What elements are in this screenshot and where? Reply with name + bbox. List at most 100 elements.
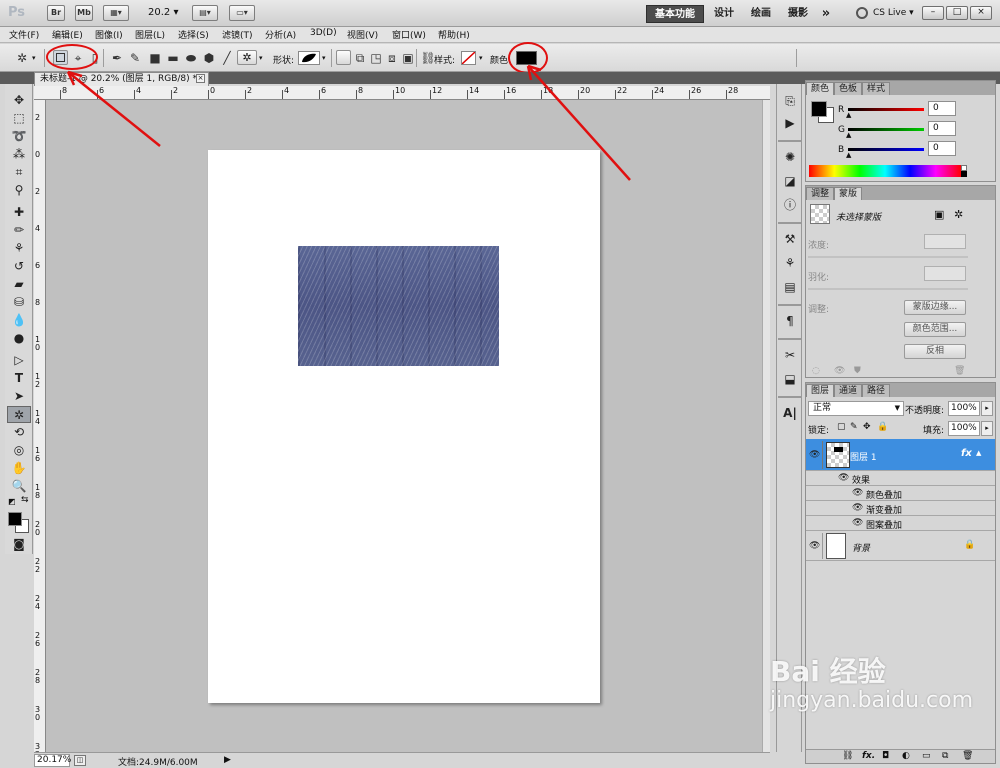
disable-mask-icon[interactable]: ⛊ bbox=[854, 366, 861, 376]
blend-mode-value: 正常 bbox=[813, 403, 832, 413]
history-panel-icon[interactable]: ⎘ bbox=[781, 92, 799, 110]
layer-1-name[interactable]: 图层 1 bbox=[850, 450, 877, 463]
notes-panel-icon[interactable]: ⬓ bbox=[781, 370, 799, 388]
layer-row-background[interactable]: 👁 背景 🔒 bbox=[806, 531, 995, 561]
blend-mode-select[interactable]: 正常 ▼ bbox=[808, 401, 904, 416]
visibility-eye-icon[interactable]: 👁 bbox=[809, 542, 820, 551]
green-value-field[interactable]: 0 bbox=[928, 121, 956, 136]
color-range-button[interactable]: 颜色范围... bbox=[904, 322, 966, 337]
status-arrow-icon[interactable]: ▶ bbox=[224, 755, 231, 765]
dock-divider bbox=[778, 338, 802, 340]
opacity-slider-button[interactable]: ▸ bbox=[981, 401, 993, 416]
actions-panel-icon[interactable]: ▶ bbox=[781, 114, 799, 132]
color-panel-foreground-swatch[interactable] bbox=[811, 101, 827, 117]
apply-mask-icon[interactable]: 👁 bbox=[834, 366, 845, 376]
fill-label: 填充: bbox=[923, 426, 945, 436]
effect-row-pattern-overlay[interactable]: 👁 图案叠加 bbox=[806, 516, 995, 531]
tab-paths[interactable]: 路径 bbox=[862, 384, 891, 397]
link-layers-icon[interactable]: ⛓ bbox=[842, 751, 853, 761]
blue-slider-thumb[interactable]: ▲ bbox=[846, 151, 851, 159]
color-overlay-label: 颜色叠加 bbox=[866, 491, 903, 501]
blue-value-field[interactable]: 0 bbox=[928, 141, 956, 156]
effect-visibility-eye-icon[interactable]: 👁 bbox=[852, 519, 863, 528]
paragraph-panel-icon[interactable]: ¶ bbox=[781, 312, 799, 330]
green-channel-label: G bbox=[838, 125, 845, 135]
add-mask-icon[interactable]: ◘ bbox=[882, 751, 889, 761]
mask-thumbnail bbox=[810, 204, 830, 224]
red-slider[interactable] bbox=[848, 108, 924, 111]
invert-button[interactable]: 反相 bbox=[904, 344, 966, 359]
effect-visibility-eye-icon[interactable]: 👁 bbox=[852, 504, 863, 513]
gradient-overlay-label: 渐变叠加 bbox=[866, 506, 903, 516]
visibility-eye-icon[interactable]: 👁 bbox=[809, 451, 820, 460]
layers-panel-tabs: 图层 通道 路径 bbox=[806, 383, 995, 397]
lock-transparency-icon[interactable]: ▢ bbox=[837, 422, 846, 432]
color-panel-tabs: 颜色 色板 样式 bbox=[806, 81, 995, 95]
tab-color[interactable]: 颜色 bbox=[806, 82, 835, 95]
info-panel-icon[interactable]: ⓘ bbox=[781, 196, 799, 214]
lock-position-icon[interactable]: ✥ bbox=[863, 422, 871, 432]
document-size-info: 文档:24.9M/6.00M bbox=[118, 758, 198, 768]
3d-panel-icon[interactable]: ✂ bbox=[781, 346, 799, 364]
pixel-mask-icon[interactable]: ▣ bbox=[934, 208, 944, 221]
red-channel-label: R bbox=[838, 105, 845, 115]
density-label: 浓度: bbox=[808, 241, 830, 251]
fill-slider-button[interactable]: ▸ bbox=[981, 421, 993, 436]
tab-masks[interactable]: 蒙版 bbox=[834, 187, 863, 200]
dock-divider bbox=[778, 304, 802, 306]
layer-effects-fx-icon[interactable]: fx bbox=[961, 448, 972, 459]
layers-panel-footer: ⛓ fx. ◘ ◐ ▭ ⧉ 🗑 bbox=[806, 749, 995, 763]
tool-presets-panel-icon[interactable]: ⚒ bbox=[781, 230, 799, 248]
brush-presets-panel-icon[interactable]: ✺ bbox=[781, 148, 799, 166]
black-swatch[interactable] bbox=[961, 171, 967, 177]
lock-all-icon[interactable]: 🔒 bbox=[877, 422, 888, 432]
tab-adjustments[interactable]: 调整 bbox=[806, 187, 835, 200]
animation-panel-icon[interactable]: ▤ bbox=[781, 278, 799, 296]
feather-slider[interactable] bbox=[808, 288, 968, 290]
density-slider[interactable] bbox=[808, 256, 968, 258]
tab-styles[interactable]: 样式 bbox=[862, 82, 891, 95]
green-slider-thumb[interactable]: ▲ bbox=[846, 131, 851, 139]
clone-source-panel-icon[interactable]: ⚘ bbox=[781, 254, 799, 272]
new-layer-icon[interactable]: ⧉ bbox=[942, 751, 948, 761]
layer-row-layer-1[interactable]: 👁 图层 1 fx ▲ bbox=[806, 439, 995, 471]
masks-panel: 调整 蒙版 未选择蒙版 ▣ ✲ 浓度: 羽化: 调整: 蒙版边缘... 颜色范围… bbox=[805, 185, 996, 378]
layer-1-thumbnail bbox=[826, 442, 850, 468]
jingyan-watermark: jingyan.baidu.com bbox=[770, 688, 974, 713]
adjustment-layer-icon[interactable]: ◐ bbox=[902, 751, 910, 761]
fill-field[interactable]: 100% bbox=[948, 421, 980, 436]
background-layer-name[interactable]: 背景 bbox=[852, 541, 870, 554]
tab-swatches[interactable]: 色板 bbox=[834, 82, 863, 95]
lock-pixels-icon[interactable]: ✎ bbox=[850, 422, 858, 432]
effect-row-gradient-overlay[interactable]: 👁 渐变叠加 bbox=[806, 501, 995, 516]
red-value-field[interactable]: 0 bbox=[928, 101, 956, 116]
green-slider[interactable] bbox=[848, 128, 924, 131]
color-ramp[interactable] bbox=[809, 165, 961, 177]
delete-mask-icon[interactable]: 🗑 bbox=[954, 366, 965, 376]
load-selection-icon[interactable]: ◌ bbox=[812, 366, 820, 376]
delete-layer-icon[interactable]: 🗑 bbox=[962, 751, 973, 761]
effect-visibility-eye-icon[interactable]: 👁 bbox=[852, 489, 863, 498]
feather-field[interactable] bbox=[924, 266, 966, 281]
tab-layers[interactable]: 图层 bbox=[806, 384, 835, 397]
effects-row[interactable]: 👁 效果 bbox=[806, 471, 995, 486]
collapse-effects-icon[interactable]: ▲ bbox=[976, 449, 981, 457]
dock-divider bbox=[778, 222, 802, 224]
effects-visibility-eye-icon[interactable]: 👁 bbox=[838, 474, 849, 483]
red-slider-thumb[interactable]: ▲ bbox=[846, 111, 851, 119]
divider bbox=[822, 441, 823, 469]
mask-edge-button[interactable]: 蒙版边缘... bbox=[904, 300, 966, 315]
navigator-panel-icon[interactable]: ◪ bbox=[781, 172, 799, 190]
lock-label: 锁定: bbox=[808, 426, 830, 436]
zoom-percent-field[interactable]: 20.17% bbox=[34, 754, 71, 767]
new-group-icon[interactable]: ▭ bbox=[922, 751, 931, 761]
blue-slider[interactable] bbox=[848, 148, 924, 151]
density-field[interactable] bbox=[924, 234, 966, 249]
effect-row-color-overlay[interactable]: 👁 颜色叠加 bbox=[806, 486, 995, 501]
add-layer-style-icon[interactable]: fx. bbox=[862, 751, 875, 761]
character-panel-icon[interactable]: A| bbox=[781, 404, 799, 422]
opacity-field[interactable]: 100% bbox=[948, 401, 980, 416]
vector-mask-icon[interactable]: ✲ bbox=[954, 208, 963, 221]
status-menu-icon[interactable]: ◫ bbox=[74, 755, 86, 766]
tab-channels[interactable]: 通道 bbox=[834, 384, 863, 397]
